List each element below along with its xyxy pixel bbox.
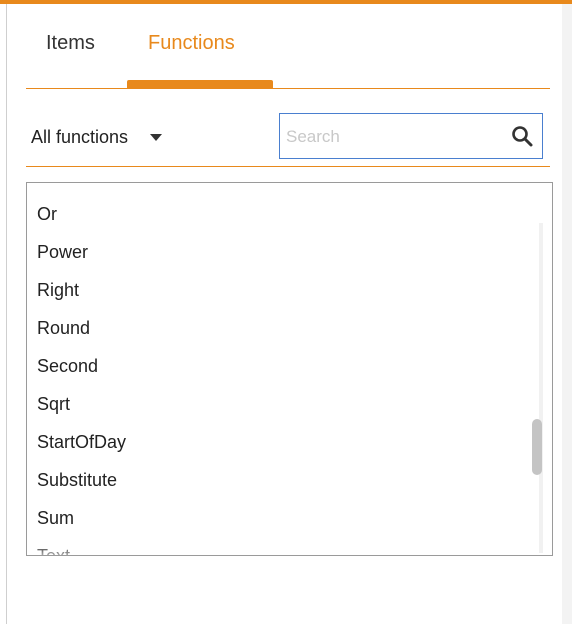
list-item[interactable]: Right bbox=[37, 280, 79, 301]
list-item[interactable]: Sqrt bbox=[37, 394, 70, 415]
category-dropdown[interactable]: All functions bbox=[31, 124, 163, 150]
list-item[interactable]: Power bbox=[37, 242, 88, 263]
list-item[interactable]: Or bbox=[37, 204, 57, 225]
search-input[interactable] bbox=[284, 120, 506, 154]
list-item[interactable]: StartOfDay bbox=[37, 432, 126, 453]
tab-bar: Items Functions bbox=[26, 4, 550, 89]
search-icon[interactable] bbox=[510, 124, 534, 148]
search-box bbox=[279, 113, 543, 159]
caret-down-icon bbox=[150, 133, 163, 141]
filter-row: All functions bbox=[26, 88, 550, 167]
list-item[interactable]: Substitute bbox=[37, 470, 117, 491]
list-item[interactable]: Round bbox=[37, 318, 90, 339]
adjacent-panel-edge bbox=[561, 4, 572, 624]
list-item[interactable]: Second bbox=[37, 356, 98, 377]
functions-panel: Items Functions All functions Or Power R… bbox=[6, 4, 562, 624]
list-fade bbox=[27, 543, 552, 555]
scrollbar-track[interactable] bbox=[539, 223, 543, 553]
list-item[interactable]: Sum bbox=[37, 508, 74, 529]
tab-functions[interactable]: Functions bbox=[148, 32, 235, 55]
scrollbar-thumb[interactable] bbox=[532, 419, 542, 475]
category-dropdown-label: All functions bbox=[31, 126, 129, 147]
functions-list[interactable]: Or Power Right Round Second Sqrt StartOf… bbox=[26, 182, 553, 556]
tab-items[interactable]: Items bbox=[46, 32, 95, 55]
active-tab-indicator bbox=[127, 80, 273, 88]
